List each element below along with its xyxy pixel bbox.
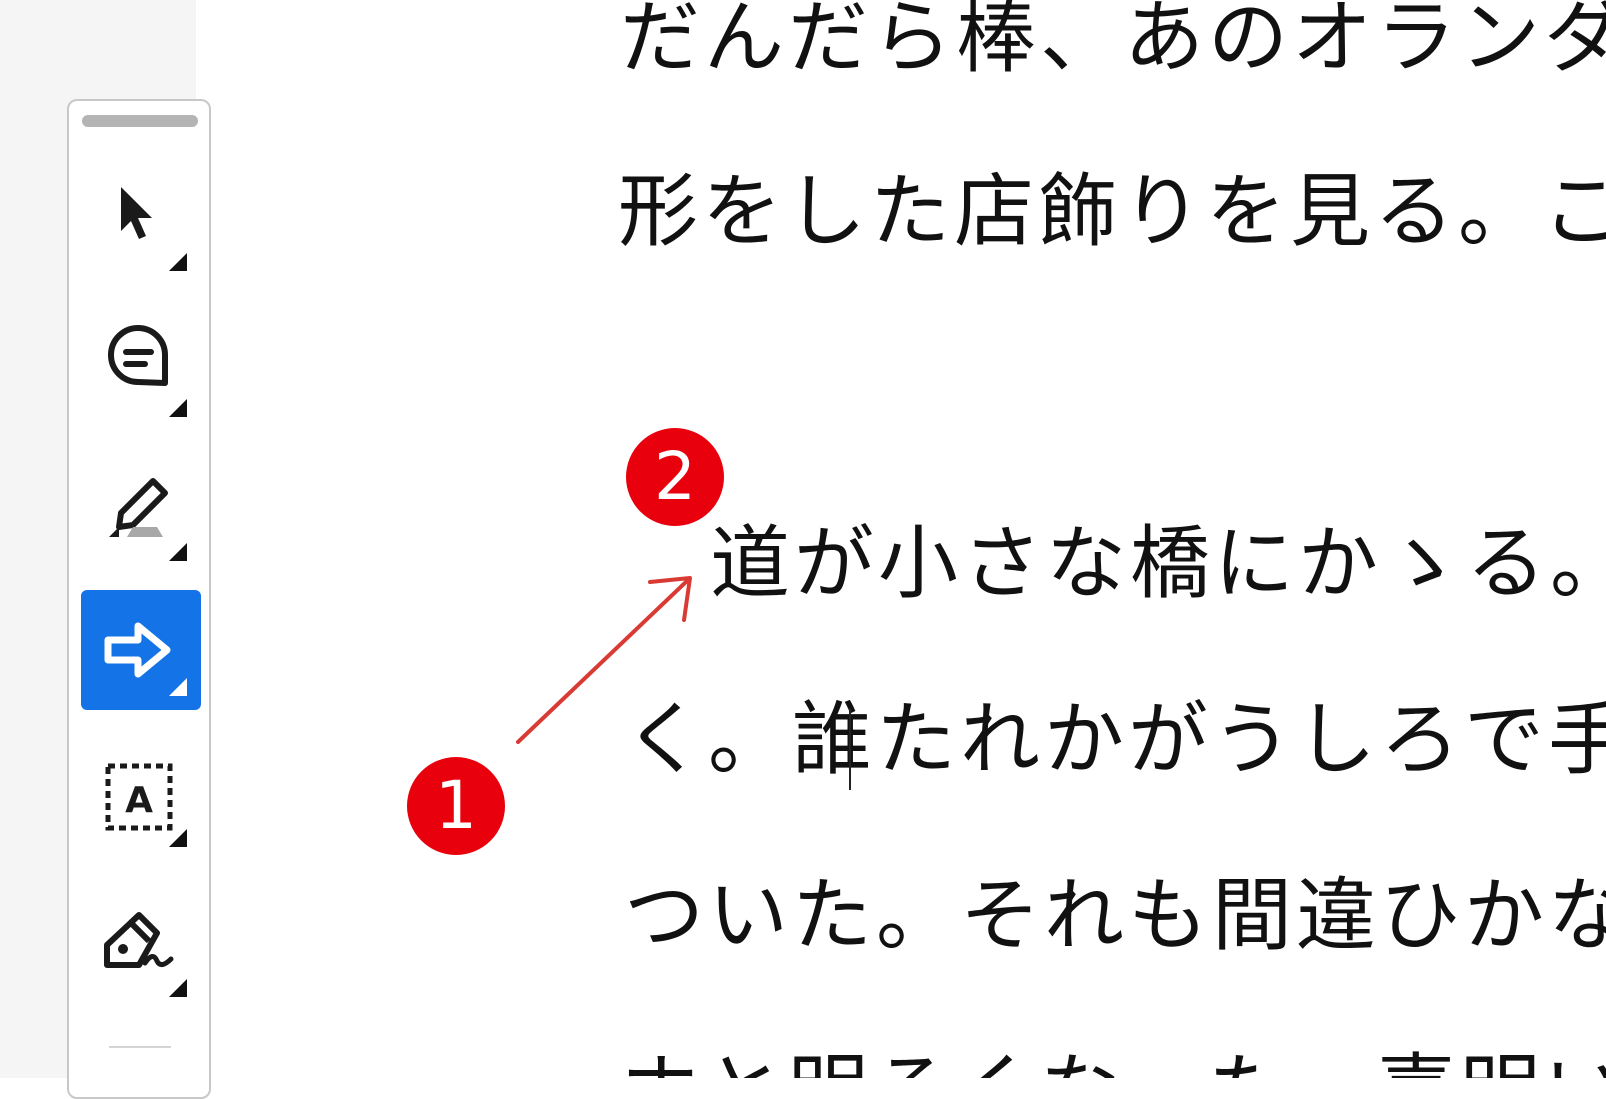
step-badge-1: 1 bbox=[407, 757, 505, 855]
arrow-annotation bbox=[516, 576, 692, 744]
step-badge-2: 2 bbox=[626, 428, 724, 526]
